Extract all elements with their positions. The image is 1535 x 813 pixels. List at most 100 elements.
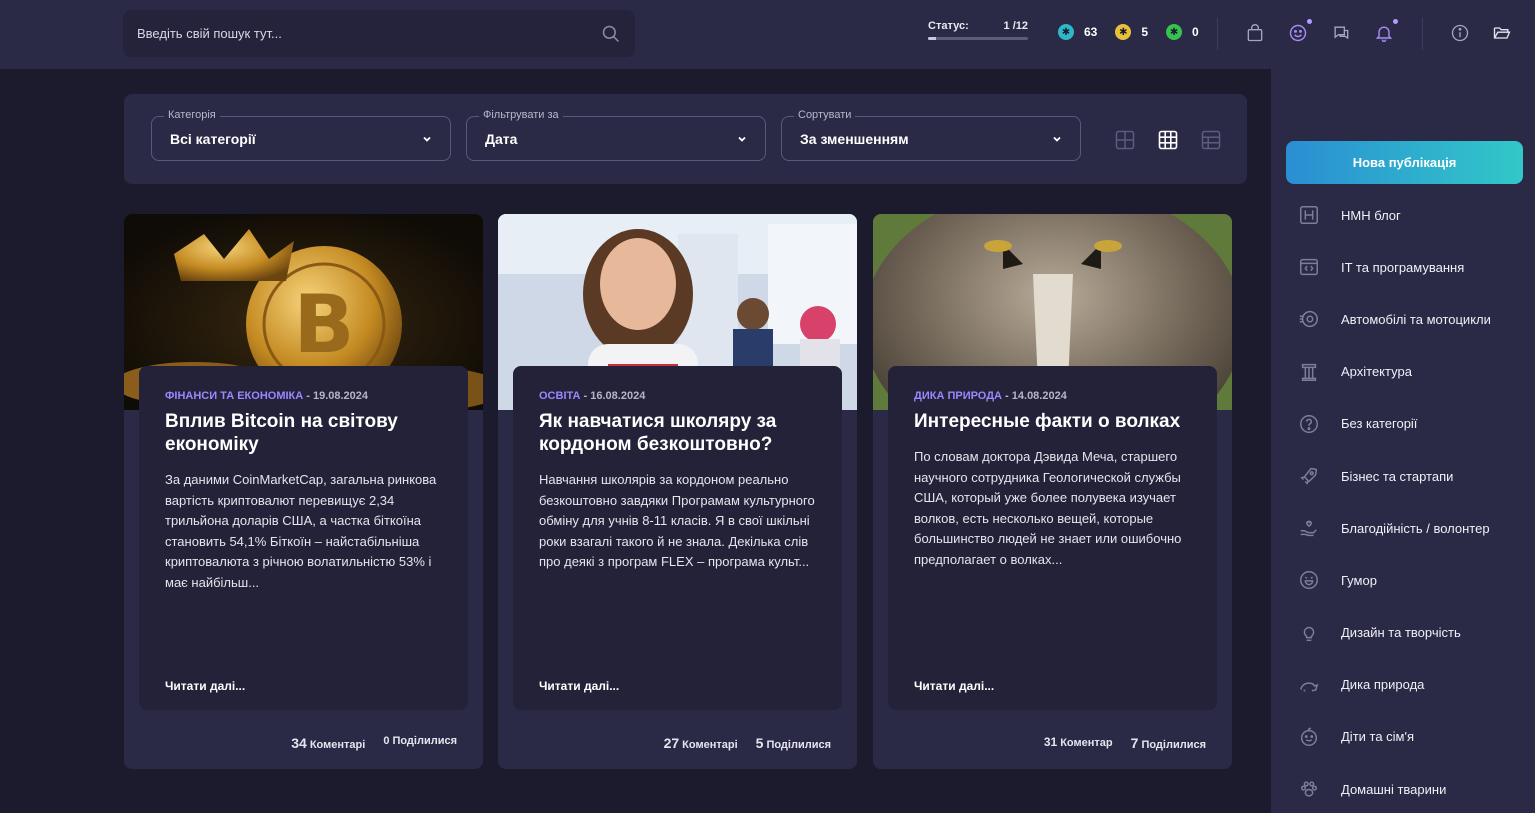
search-input[interactable] [137,26,601,41]
sidebar-item-family[interactable]: Діти та сім'я [1271,711,1535,763]
question-circle-icon [1300,414,1318,433]
code-window-icon [1300,259,1318,276]
read-more-link[interactable]: Читати далі... [165,679,245,693]
sidebar-item-label: Гумор [1341,572,1377,588]
shopping-bag-icon [1247,24,1263,42]
category-select[interactable]: Категорія Всі категорії [151,109,451,161]
status-value: 1 /12 [1003,20,1028,32]
column-icon [1301,363,1317,381]
animal-icon [1300,682,1319,692]
profile-button[interactable] [1287,19,1312,44]
notifications-button[interactable] [1373,19,1398,44]
comments-count[interactable]: 27 Коментарі [664,735,738,751]
post-card[interactable]: B ФІНАНСИ ТА ЕКОНОМІКА - 19.08.2024 Впли… [124,214,483,769]
sidebar-item-humor[interactable]: Гумор [1271,554,1535,606]
notification-dot [1307,19,1312,24]
info-button[interactable] [1449,22,1471,44]
smiley-icon [1289,24,1307,42]
list-view-icon[interactable] [1201,130,1221,150]
post-stats: 34 Коментарі 0 Поділилися [291,735,457,751]
sidebar-item-hmh-blog[interactable]: HMH блог [1271,189,1535,241]
category-value: Всі категорії [170,130,256,147]
svg-text:B: B [294,278,355,371]
sidebar-item-label: IT та програмування [1341,259,1465,275]
blue-coin-icon: ✱ [1058,24,1074,40]
coin-blue: ✱ 63 [1058,24,1097,40]
messages-button[interactable] [1330,22,1352,44]
notification-dot [1393,19,1398,24]
post-stats: 31 Коментар 7 Поділилися [1044,735,1206,751]
sidebar-item-architecture[interactable]: Архітектура [1271,346,1535,398]
status-label: Статус: [928,20,969,32]
chat-icon [1334,26,1349,40]
grid-2x2-view-icon[interactable] [1115,130,1135,150]
sidebar-item-label: Дика природа [1341,677,1425,693]
grid-3x3-view-icon[interactable] [1158,130,1178,150]
sidebar-item-charity[interactable]: Благодійність / волонтер [1271,502,1535,554]
post-excerpt: По словам доктора Дэвида Меча, старшего … [914,449,1182,567]
sidebar-item-label: Благодійність / волонтер [1341,520,1490,536]
sidebar-item-design[interactable]: Дизайн та творчість [1271,607,1535,659]
sort-select[interactable]: Сортувати За зменшенням [781,109,1081,161]
sidebar-item-pets[interactable]: Домашні тварини [1271,763,1535,813]
sidebar-item-wildlife[interactable]: Дика природа [1271,659,1535,711]
post-category[interactable]: ДИКА ПРИРОДА [914,390,1002,402]
post-category[interactable]: ФІНАНСИ ТА ЕКОНОМІКА [165,390,303,402]
search-box [123,10,635,57]
chevron-down-icon [423,136,431,142]
coin-green-value: 0 [1192,25,1199,39]
post-title[interactable]: Як навчатися школяру за кордоном безкошт… [539,410,816,456]
post-title[interactable]: Вплив Bitcoin на світову економіку [165,410,442,456]
shares-count[interactable]: 0 Поділилися [383,735,457,751]
heart-hand-icon [1300,520,1317,537]
post-date: - 16.08.2024 [580,390,646,402]
post-card-body: ДИКА ПРИРОДА - 14.08.2024 Интересные фак… [888,366,1217,710]
post-card-body: ОСВІТА - 16.08.2024 Як навчатися школяру… [513,366,842,710]
sort-value: За зменшенням [800,130,909,147]
sidebar: Нова публікація HMH блог IT та програмув… [1271,69,1535,813]
post-card[interactable]: ОСВІТА - 16.08.2024 Як навчатися школяру… [498,214,857,769]
coins-panel: ✱ 63 ✱ 5 ✱ 0 [1058,24,1209,40]
post-card[interactable]: ДИКА ПРИРОДА - 14.08.2024 Интересные фак… [873,214,1232,769]
divider [1217,18,1218,50]
post-title[interactable]: Интересные факти о волках [914,410,1191,433]
read-more-link[interactable]: Читати далі... [539,679,619,693]
post-date: - 14.08.2024 [1002,390,1067,402]
sidebar-item-label: HMH блог [1341,207,1401,223]
sort-legend: Сортувати [794,109,856,121]
sidebar-item-cars[interactable]: Автомобілі та мотоцикли [1271,293,1535,345]
folder-open-icon [1493,27,1511,39]
new-publication-button[interactable]: Нова публікація [1286,141,1523,184]
sidebar-item-it[interactable]: IT та програмування [1271,241,1535,293]
chevron-down-icon [738,136,746,142]
shares-count[interactable]: 5 Поділилися [756,735,831,751]
comments-count[interactable]: 31 Коментар [1044,735,1113,751]
sidebar-item-label: Архітектура [1341,364,1412,380]
shop-bag-button[interactable] [1244,22,1266,44]
coin-gold-value: 5 [1141,25,1149,39]
status-indicator: Статус: 1 /12 [928,20,1028,40]
category-legend: Категорія [164,109,220,121]
sidebar-item-uncategorized[interactable]: Без категорії [1271,398,1535,450]
sidebar-item-label: Дизайн та творчість [1341,625,1461,641]
lightbulb-icon [1303,626,1315,641]
post-date: - 19.08.2024 [303,390,369,402]
h-box-icon [1300,206,1318,225]
category-list: HMH блог IT та програмування Автомобілі … [1271,189,1535,813]
comments-count[interactable]: 34 Коментарі [291,735,365,751]
filter-by-legend: Фільтрувати за [479,109,563,121]
sidebar-item-label: Автомобілі та мотоцикли [1341,311,1491,327]
status-progress-fill [928,37,937,40]
sidebar-item-business[interactable]: Бізнес та стартапи [1271,450,1535,502]
filter-by-select[interactable]: Фільтрувати за Дата [466,109,766,161]
post-category[interactable]: ОСВІТА [539,390,580,402]
info-icon [1451,24,1469,42]
sidebar-item-label: Без категорії [1341,416,1418,432]
folder-button[interactable] [1491,22,1513,44]
search-icon[interactable] [601,24,621,44]
post-card-body: ФІНАНСИ ТА ЕКОНОМІКА - 19.08.2024 Вплив … [139,366,468,710]
coin-blue-value: 63 [1084,25,1098,39]
post-meta: ОСВІТА - 16.08.2024 [539,390,816,402]
shares-count[interactable]: 7 Поділилися [1131,735,1206,751]
read-more-link[interactable]: Читати далі... [914,679,994,693]
